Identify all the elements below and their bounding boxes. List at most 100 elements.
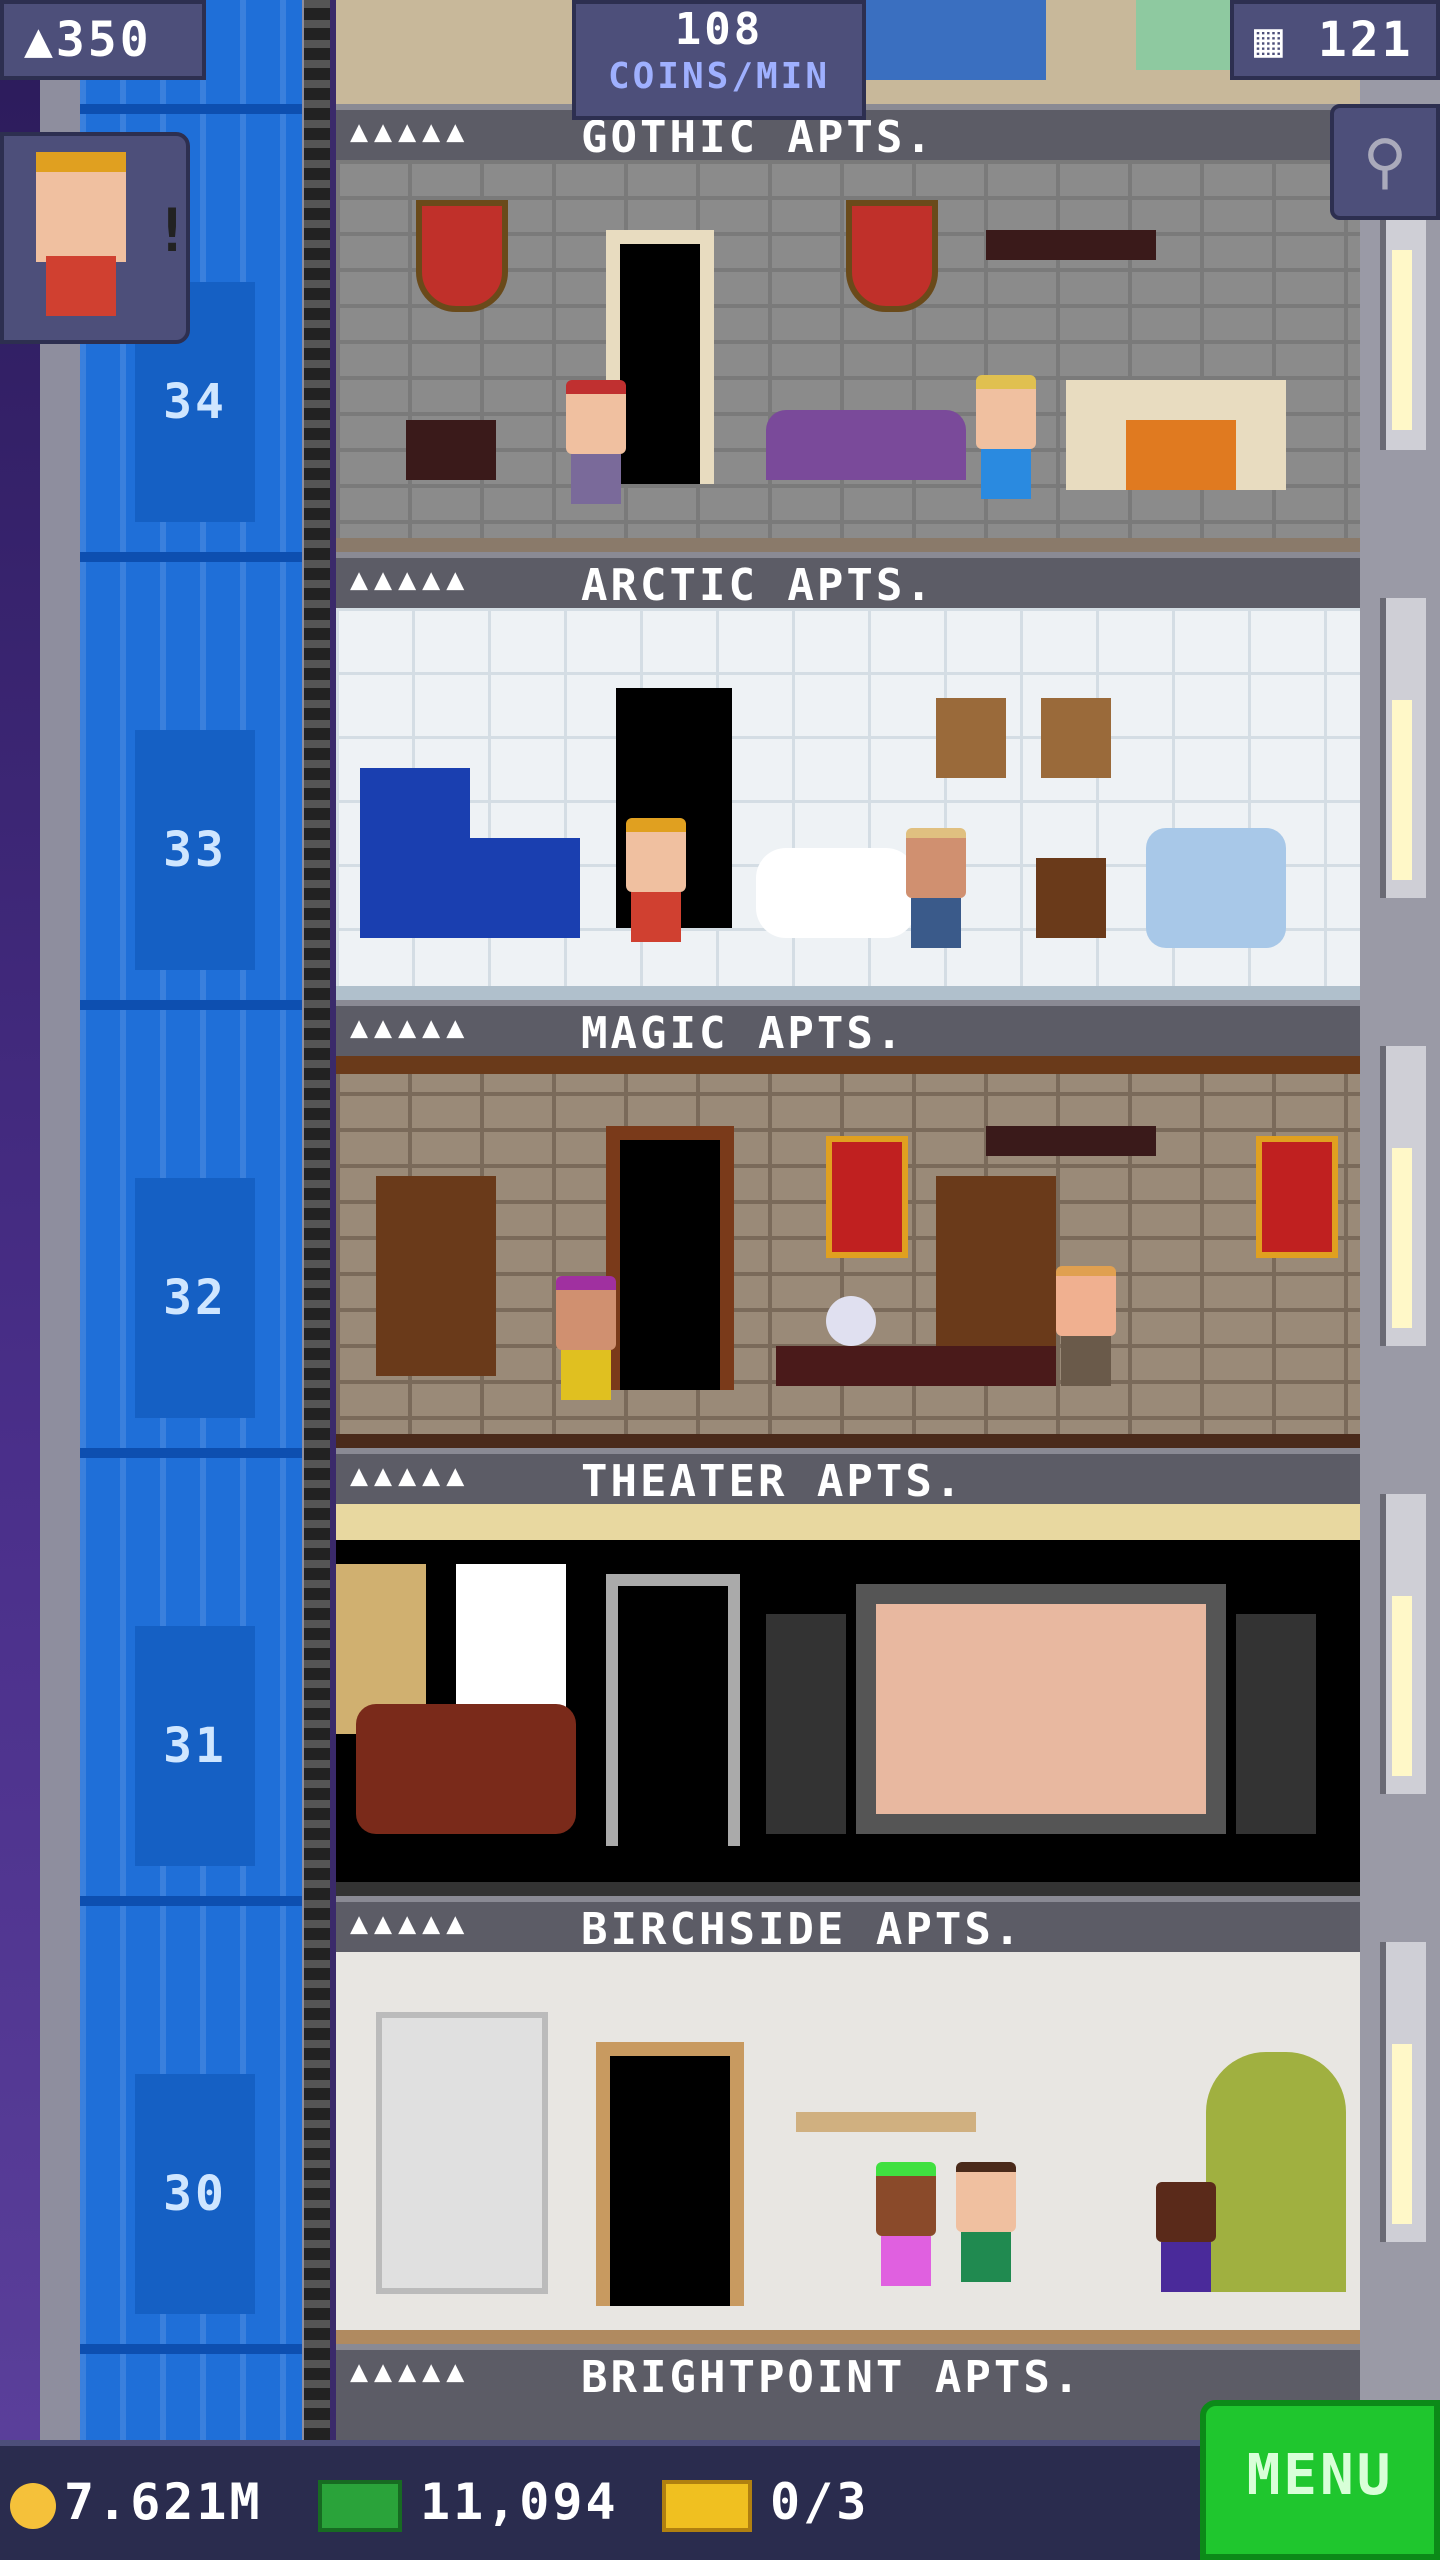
resident[interactable] (956, 2162, 1016, 2282)
poster-icon (456, 1564, 566, 1714)
side-table-icon (406, 420, 496, 480)
room-birchside[interactable] (336, 1952, 1360, 2344)
ceiling-lights (336, 1504, 1360, 1540)
floor-stars: ▲▲▲▲▲ (350, 1458, 471, 1493)
fireplace-icon (1066, 380, 1286, 490)
chandelier-icon (986, 1126, 1156, 1156)
floor-stars: ▲▲▲▲▲ (350, 114, 471, 149)
population-counter[interactable]: ▲350 (0, 0, 206, 80)
floor-theater[interactable]: ▲▲▲▲▲ THEATER APTS. (336, 1448, 1360, 1896)
door[interactable] (606, 1126, 734, 1390)
floor-number: 32 (135, 1178, 255, 1418)
floor-name: MAGIC APTS. (581, 1008, 906, 1059)
ticket-icon (662, 2479, 752, 2532)
person-icon: ▲ (24, 12, 56, 68)
crystal-ball-icon (826, 1296, 876, 1346)
floor-base (336, 1434, 1360, 1448)
shaft-divider (80, 1448, 302, 1458)
floor-name: ARCTIC APTS. (581, 560, 935, 611)
floor-stars: ▲▲▲▲▲ (350, 562, 471, 597)
floor-count: 121 (1317, 12, 1414, 68)
coins-value: 7.621M (64, 2473, 263, 2531)
fridge-icon (360, 768, 470, 938)
chandelier-icon (986, 230, 1156, 260)
room-gothic[interactable] (336, 160, 1360, 552)
shaft-divider (80, 104, 302, 114)
resident[interactable] (1156, 2182, 1216, 2292)
polar-bear-icon (756, 848, 916, 938)
floor-base (336, 1882, 1360, 1896)
floor-base (336, 538, 1360, 552)
coins-balance[interactable]: 7.621M (10, 2466, 263, 2538)
cabinet-icon (376, 2012, 548, 2294)
resident[interactable] (906, 828, 966, 948)
banner-icon (1256, 1136, 1338, 1258)
floor-stars: ▲▲▲▲▲ (350, 1010, 471, 1045)
plant-icon (1206, 2052, 1346, 2292)
floor-birchside[interactable]: ▲▲▲▲▲ BIRCHSIDE APTS. (336, 1896, 1360, 2344)
picture-frame-icon (936, 698, 1006, 778)
bookshelf-icon (376, 1176, 496, 1376)
floor-name: BRIGHTPOINT APTS. (581, 2352, 1083, 2403)
shaft-divider (80, 552, 302, 562)
room-theater[interactable] (336, 1504, 1360, 1896)
search-button[interactable]: ⚲ (1330, 104, 1440, 220)
floor-magic[interactable]: ▲▲▲▲▲ MAGIC APTS. (336, 1000, 1360, 1448)
floor-number: 33 (135, 730, 255, 970)
window-light (1392, 1596, 1412, 1776)
menu-button[interactable]: MENU (1200, 2400, 1440, 2560)
floor-banner: ▲▲▲▲▲ MAGIC APTS. (336, 1000, 1360, 1059)
sofa-icon (766, 410, 966, 480)
banner-icon (826, 1136, 908, 1258)
floor-stars: ▲▲▲▲▲ (350, 1906, 471, 1941)
shaft-divider (80, 1896, 302, 1906)
resident[interactable] (556, 1276, 616, 1400)
bux-icon (318, 2479, 402, 2532)
population-value: 350 (55, 12, 152, 68)
room-magic[interactable] (336, 1056, 1360, 1448)
stove-icon (470, 838, 580, 938)
resident[interactable] (876, 2162, 936, 2286)
floor-banner: ▲▲▲▲▲ THEATER APTS. (336, 1448, 1360, 1507)
shelf-icon (796, 2112, 976, 2132)
shield-icon (416, 200, 508, 312)
tv-screen[interactable] (856, 1584, 1226, 1834)
sofa-icon (356, 1704, 576, 1834)
shaft-divider (80, 2344, 302, 2354)
resident[interactable] (626, 818, 686, 942)
floor-name: THEATER APTS. (581, 1456, 965, 1507)
tickets-value: 0/3 (770, 2473, 870, 2531)
building-icon: ▦ (1254, 12, 1286, 68)
floor-banner: ▲▲▲▲▲ BIRCHSIDE APTS. (336, 1896, 1360, 1955)
floor-base (336, 2330, 1360, 2344)
bux-balance[interactable]: 11,094 (318, 2466, 619, 2538)
magnifier-icon: ⚲ (1363, 127, 1407, 197)
coin-icon (10, 2482, 56, 2529)
floor-number: 30 (135, 2074, 255, 2314)
floor-base (336, 986, 1360, 1000)
exclamation-icon: ! (154, 196, 191, 266)
armchair-icon (1146, 828, 1286, 948)
bitizen-alert-button[interactable]: ! (0, 132, 190, 344)
floor-counter[interactable]: ▦ 121 (1230, 0, 1440, 80)
floor-arctic[interactable]: ▲▲▲▲▲ ARCTIC APTS. (336, 552, 1360, 1000)
floor-name: BIRCHSIDE APTS. (581, 1904, 1024, 1955)
desk-icon (776, 1346, 1056, 1386)
tickets-balance[interactable]: 0/3 (662, 2466, 869, 2538)
window-light (1392, 700, 1412, 880)
door[interactable] (606, 1574, 740, 1846)
door[interactable] (596, 2042, 744, 2306)
resident[interactable] (1056, 1266, 1116, 1386)
floor-banner: ▲▲▲▲▲ ARCTIC APTS. (336, 552, 1360, 611)
elevator-rail (304, 0, 330, 2440)
resident[interactable] (566, 380, 626, 504)
speaker-icon (766, 1614, 846, 1834)
shaft-divider (80, 1000, 302, 1010)
resident[interactable] (976, 375, 1036, 499)
window-light (1392, 250, 1412, 430)
floor-gothic[interactable]: ▲▲▲▲▲ GOTHIC APTS. (336, 104, 1360, 552)
coins-rate-label: COINS/MIN (607, 56, 831, 97)
avatar-body (46, 256, 116, 316)
room-arctic[interactable] (336, 608, 1360, 1000)
picture-frame-icon (1041, 698, 1111, 778)
